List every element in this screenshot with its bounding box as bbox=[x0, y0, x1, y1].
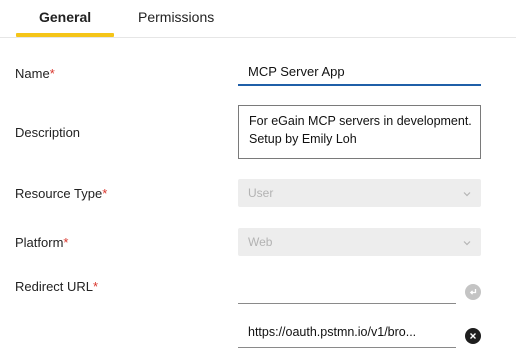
required-marker: * bbox=[102, 186, 108, 201]
remove-redirect-url-button[interactable] bbox=[465, 328, 481, 344]
name-input[interactable]: MCP Server App bbox=[238, 58, 481, 86]
chevron-down-icon bbox=[462, 186, 472, 204]
chevron-down-icon bbox=[462, 235, 472, 253]
redirect-url-label: Redirect URL* bbox=[15, 279, 98, 294]
resource-type-value: User bbox=[248, 186, 274, 200]
redirect-url-new-input[interactable] bbox=[238, 303, 456, 304]
name-input-value: MCP Server App bbox=[248, 64, 345, 79]
platform-value: Web bbox=[248, 235, 273, 249]
tab-general[interactable]: General bbox=[39, 9, 91, 25]
description-textarea[interactable]: For eGain MCP servers in development. Se… bbox=[238, 105, 481, 159]
resource-type-label-text: Resource Type bbox=[15, 186, 103, 201]
tab-bar: General Permissions bbox=[0, 0, 516, 38]
description-label: Description bbox=[15, 125, 80, 140]
redirect-url-label-text: Redirect URL bbox=[15, 279, 94, 294]
active-tab-indicator bbox=[16, 33, 114, 37]
required-marker: * bbox=[93, 279, 99, 294]
description-label-text: Description bbox=[15, 125, 81, 140]
resource-type-label: Resource Type* bbox=[15, 186, 107, 201]
enter-arrow-icon bbox=[469, 289, 477, 295]
redirect-url-existing-input[interactable] bbox=[238, 347, 456, 348]
close-icon bbox=[470, 333, 476, 339]
description-textarea-value: For eGain MCP servers in development. Se… bbox=[249, 114, 472, 146]
required-marker: * bbox=[63, 235, 69, 250]
tab-permissions[interactable]: Permissions bbox=[138, 9, 214, 25]
platform-label-text: Platform bbox=[15, 235, 64, 250]
platform-select[interactable]: Web bbox=[238, 228, 481, 256]
resource-type-select[interactable]: User bbox=[238, 179, 481, 207]
name-label: Name* bbox=[15, 66, 55, 81]
add-redirect-url-button[interactable] bbox=[465, 284, 481, 300]
redirect-url-existing-value: https://oauth.pstmn.io/v1/bro... bbox=[248, 325, 417, 339]
required-marker: * bbox=[49, 66, 55, 81]
platform-label: Platform* bbox=[15, 235, 68, 250]
name-label-text: Name bbox=[15, 66, 50, 81]
